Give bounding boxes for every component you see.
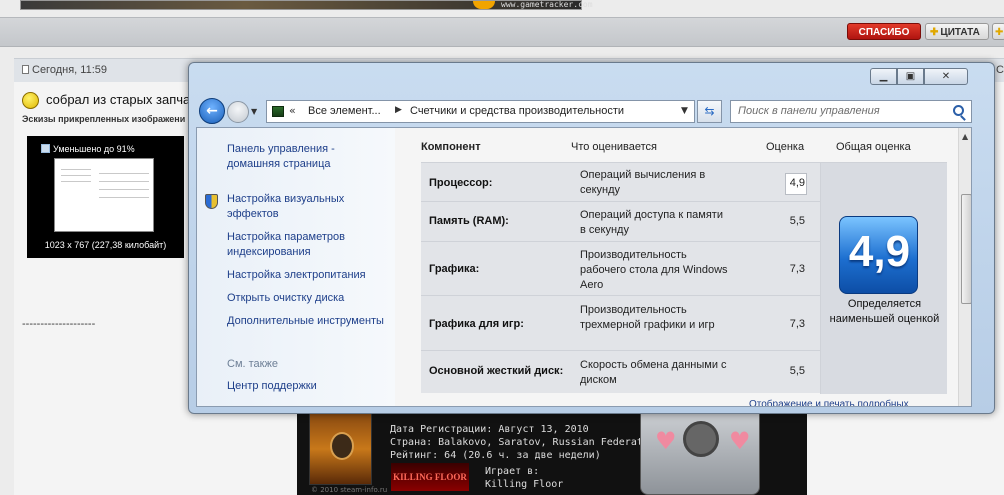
signature-playing: Играет в: Killing Floor <box>485 465 563 491</box>
base-score-panel: 4,9 Определяется наименьшей оценкой <box>820 163 947 394</box>
base-score-value: 4,9 <box>848 227 911 276</box>
row-divider <box>421 241 820 242</box>
magnifier-icon <box>41 144 50 153</box>
document-icon <box>22 65 29 74</box>
nav-link-support[interactable]: Центр поддержки <box>227 380 317 392</box>
control-panel-window: ▁ ▣ ✕ ← ▼ « Все элемент... ▶ Счетчики и … <box>188 62 995 414</box>
post-text: собрал из старых запча <box>46 92 191 107</box>
row-divider <box>421 350 820 351</box>
maximize-button[interactable]: ▣ <box>897 68 924 85</box>
quote-button[interactable]: ✚ ЦИТАТА <box>925 23 989 40</box>
heart-icon: ♥ <box>655 427 677 455</box>
nav-link-advanced-tools[interactable]: Дополнительные инструменты <box>227 314 387 329</box>
gametracker-banner[interactable]: www.gametracker.com <box>20 0 593 10</box>
base-score-caption: Определяется наименьшей оценкой <box>829 298 940 325</box>
forward-button[interactable] <box>227 101 249 123</box>
row-disk-name: Основной жесткий диск: <box>429 365 564 377</box>
row-gaming-name: Графика для игр: <box>429 318 524 330</box>
close-button[interactable]: ✕ <box>924 68 968 85</box>
plus-icon: ✚ <box>930 27 939 38</box>
thumbnail-caption-text: Уменьшено до 91% <box>53 144 135 154</box>
row-processor-desc: Операций вычисления в секунду <box>580 169 706 196</box>
search-input[interactable]: Поиск в панели управления <box>730 100 972 123</box>
row-graphics-name: Графика: <box>429 263 480 275</box>
attachment-thumbnail[interactable]: Уменьшено до 91% 1023 x 767 (227,38 кило… <box>27 136 184 258</box>
see-also-heading: См. также <box>227 358 278 370</box>
score-table: Процессор: Операций вычисления в секунду… <box>421 162 947 394</box>
search-icon[interactable] <box>953 105 964 116</box>
shield-icon <box>205 194 218 209</box>
row-gaming-desc: Производительность трехмерной графики и … <box>580 304 715 331</box>
row-graphics-score: 7,3 <box>789 263 805 275</box>
avatar <box>309 413 372 485</box>
nav-link-power[interactable]: Настройка электропитания <box>227 268 387 283</box>
next-post-date: Се <box>996 64 1004 76</box>
scroll-up-icon[interactable]: ▲ <box>962 132 968 141</box>
companion-cube-icon: ♥ ♥ <box>640 406 760 495</box>
column-header-rated: Что оценивается <box>571 141 658 153</box>
thumbnail-caption: Уменьшено до 91% <box>41 144 135 154</box>
search-placeholder: Поиск в панели управления <box>738 105 880 117</box>
address-bar[interactable]: « Все элемент... ▶ Счетчики и средства п… <box>266 100 695 123</box>
breadcrumb-all-items[interactable]: Все элемент... <box>308 105 381 117</box>
view-print-details-link[interactable]: Отображение и печать подробных <box>749 399 909 406</box>
row-graphics-desc: Производительность рабочего стола для Wi… <box>580 249 728 291</box>
column-header-base-score: Общая оценка <box>836 141 911 153</box>
smiley-icon <box>22 92 39 109</box>
signature-copyright: © 2010 steam-info.ru <box>311 486 388 494</box>
nav-link-visual-effects[interactable]: Настройка визуальных эффектов <box>227 192 387 222</box>
nav-link-disk-cleanup[interactable]: Открыть очистку диска <box>227 291 387 306</box>
row-disk-score: 5,5 <box>789 365 805 377</box>
address-dropdown-icon[interactable]: ▼ <box>681 106 688 116</box>
playing-label: Играет в: <box>485 466 540 477</box>
breadcrumb-arrow-icon[interactable]: ▶ <box>395 105 402 115</box>
minimize-button[interactable]: ▁ <box>870 68 897 85</box>
signature-country: Страна: Balakovo, Saratov, Russian Feder… <box>390 437 661 448</box>
quote-label: ЦИТАТА <box>940 27 980 38</box>
task-pane: Панель управления - домашняя страница На… <box>197 128 395 406</box>
signature-stats: Дата Регистрации: Август 13, 2010 Страна… <box>390 423 661 462</box>
nav-link-indexing[interactable]: Настройка параметров индексирования <box>227 230 387 260</box>
signature-separator: -------------------- <box>22 318 96 330</box>
row-gaming-score: 7,3 <box>789 318 805 330</box>
main-pane: Компонент Что оценивается Оценка Общая о… <box>395 128 971 406</box>
heart-icon: ♥ <box>729 427 751 455</box>
nav-link-home[interactable]: Панель управления - домашняя страница <box>227 142 387 172</box>
breadcrumb-overflow-icon[interactable]: « <box>289 104 296 117</box>
thanks-button[interactable]: СПАСИБО <box>847 23 921 40</box>
attachments-label: Эскизы прикрепленных изображени <box>22 114 186 124</box>
row-memory-score: 5,5 <box>789 215 805 227</box>
row-memory-desc: Операций доступа к памяти в секунду <box>580 209 723 236</box>
post-date-text: Сегодня, 11:59 <box>32 64 107 76</box>
vertical-scrollbar[interactable]: ▲ <box>958 128 971 406</box>
row-processor-name: Процессор: <box>429 177 493 189</box>
thumbnail-image <box>54 158 154 232</box>
row-memory-name: Память (RAM): <box>429 215 509 227</box>
row-divider <box>421 295 820 296</box>
recent-pages-dropdown[interactable]: ▼ <box>251 107 257 116</box>
playing-game: Killing Floor <box>485 479 564 490</box>
back-button[interactable]: ← <box>199 98 225 124</box>
refresh-button[interactable]: ⇆ <box>697 100 722 123</box>
gas-mask-icon <box>330 432 354 460</box>
breadcrumb-performance[interactable]: Счетчики и средства производительности <box>410 105 624 117</box>
row-disk-desc: Скорость обмена данными с диском <box>580 359 727 386</box>
base-score-badge: 4,9 <box>839 216 918 294</box>
column-header-component: Компонент <box>421 141 481 153</box>
scroll-thumb[interactable] <box>961 194 971 304</box>
cube-core <box>683 421 719 457</box>
signature-rating: Рейтинг: 64 (20.6 ч. за две недели) <box>390 450 601 461</box>
gametracker-logo-icon <box>473 1 495 9</box>
banner-url: www.gametracker.com <box>501 0 593 9</box>
row-divider <box>421 201 820 202</box>
multiquote-button[interactable]: ✚ <box>992 23 1004 40</box>
signature-reg-date: Дата Регистрации: Август 13, 2010 <box>390 424 589 435</box>
control-panel-icon <box>272 106 284 117</box>
post-date: Сегодня, 11:59 <box>22 64 107 76</box>
game-logo: KILLING FLOOR <box>391 463 469 491</box>
row-processor-score: 4,9 <box>789 177 805 189</box>
column-header-score: Оценка <box>766 141 805 153</box>
window-content: Панель управления - домашняя страница На… <box>196 127 972 407</box>
thumbnail-size: 1023 x 767 (227,38 килобайт) <box>44 240 167 250</box>
